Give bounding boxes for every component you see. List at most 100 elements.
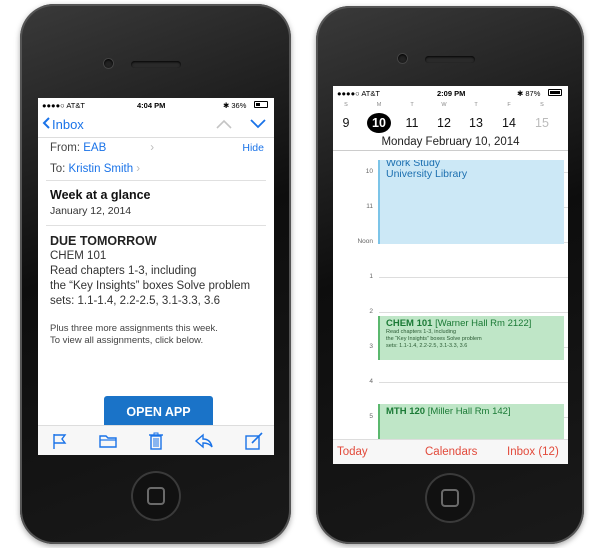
from-row: From: EAB › Hide [38,138,274,159]
chevron-right-icon: › [136,163,141,175]
weekday-letters: S M T W T F S [333,100,568,112]
hour-label: 2 [369,308,373,315]
folder-icon[interactable] [98,432,118,450]
earpiece-speaker [130,61,181,68]
email-date: January 12, 2014 [50,205,132,217]
clock: 4:04 PM [137,101,166,110]
battery-icon [548,89,562,96]
open-app-button[interactable]: OPEN APP [104,396,213,426]
body-course: CHEM 101 [50,250,107,262]
event-course: MTH 120 [386,406,426,417]
calendars-button[interactable]: Calendars [425,446,477,458]
event-title: MTH 120 [Miller Hall Rm 142] [386,406,558,417]
hour-label: 1 [369,273,373,280]
day-10-selected[interactable]: 10 [367,113,391,133]
hour-label: 4 [369,378,373,385]
phone-mail: ●●●●○ AT&T 4:04 PM ✱ 36% Inbox From: EAB… [20,4,291,544]
weekday-letter: S [540,102,544,108]
chevron-left-icon [42,117,50,132]
carrier-label: ●●●●○ AT&T [337,89,380,98]
weekday-letter: S [344,102,348,108]
front-camera [398,54,407,63]
event-location: University Library [386,168,468,180]
to-row: To: Kristin Smith › [38,159,274,180]
today-button[interactable]: Today [337,446,368,458]
chevron-right-icon: › [150,142,155,154]
to-label: To: [50,163,66,175]
flag-icon[interactable] [50,432,70,450]
day-timeline: 10 11 Noon 1 2 3 4 5 Work Study Universi… [333,160,568,439]
note-line: To view all assignments, click below. [50,335,204,346]
mail-toolbar [38,425,274,455]
next-message-icon[interactable] [250,116,266,133]
email-subject: Week at a glance [50,188,151,202]
calendar-bottom-bar: Today Calendars Inbox (12) [333,439,568,464]
weekday-letter: T [410,102,414,108]
status-bar: ●●●●○ AT&T 2:09 PM ✱ 87% [333,86,568,100]
day-15[interactable]: 15 [530,116,554,130]
back-to-inbox-button[interactable]: Inbox [42,117,84,132]
body-line: sets: 1.1-1.4, 2.2-2.5, 3.1-3.3, 3.6 [50,295,221,307]
weekday-letter: F [507,102,511,108]
hour-label: 10 [365,168,373,175]
home-button[interactable] [425,473,475,523]
to-recipient[interactable]: Kristin Smith [69,163,134,175]
day-14[interactable]: 14 [497,116,521,130]
hour-line [379,312,568,313]
message-nav-arrows [202,116,266,133]
compose-icon[interactable] [244,432,264,450]
body-line: the “Key Insights” boxes Solve problem [50,280,251,292]
day-13[interactable]: 13 [464,116,488,130]
event-note: sets: 1.1-1.4, 2.2-2.5, 3.1-3.3, 3.6 [386,343,468,349]
from-label: From: [50,142,81,154]
weekday-letter: T [474,102,478,108]
hour-label: 11 [366,203,373,210]
carrier-label: ●●●●○ AT&T [42,101,85,110]
home-button[interactable] [130,471,181,521]
battery-percent: ✱ 87% [517,89,541,98]
earpiece-speaker [425,56,475,63]
inbox-button[interactable]: Inbox (12) [507,446,559,458]
week-day-numbers: 9 10 11 12 13 14 15 [333,112,568,134]
back-label: Inbox [52,117,84,132]
hour-label: 3 [369,343,373,350]
day-11[interactable]: 11 [400,116,424,130]
event-title: CHEM 101 [Warner Hall Rm 2122] [386,318,558,329]
battery-icon [254,101,268,108]
hour-line [379,382,568,383]
event-work-study[interactable]: Work Study University Library [378,160,564,244]
body-heading: DUE TOMORROW [50,234,157,248]
hour-label: 5 [369,413,373,420]
event-note: the “Key Insights” boxes Solve problem [386,336,482,342]
home-square-icon [441,489,459,507]
mail-nav-bar: Inbox [38,112,274,138]
hour-label: Noon [357,238,373,245]
event-room: [Miller Hall Rm 142] [425,406,511,417]
day-9[interactable]: 9 [334,116,358,130]
calendar-screen: ●●●●○ AT&T 2:09 PM ✱ 87% S M T W T F S 9… [333,86,568,464]
assignment-note: Plus three more assignments this week. T… [38,309,274,347]
weekday-letter: M [376,102,382,108]
mail-screen: ●●●●○ AT&T 4:04 PM ✱ 36% Inbox From: EAB… [38,98,274,455]
day-12[interactable]: 12 [432,116,456,130]
note-line: Plus three more assignments this week. [50,323,218,334]
status-bar: ●●●●○ AT&T 4:04 PM ✱ 36% [38,98,274,112]
event-course: CHEM 101 [386,318,433,329]
hour-line [379,277,568,278]
home-square-icon [146,487,165,505]
trash-icon[interactable] [146,432,166,450]
phone-calendar: ●●●●○ AT&T 2:09 PM ✱ 87% S M T W T F S 9… [316,6,584,544]
event-chem-101[interactable]: CHEM 101 [Warner Hall Rm 2122] Read chap… [378,316,564,360]
body-line: Read chapters 1-3, including [50,265,197,277]
from-sender[interactable]: EAB [83,142,106,154]
clock: 2:09 PM [437,89,466,98]
previous-message-icon[interactable] [216,116,236,133]
day-title: Monday February 10, 2014 [333,134,568,151]
weekday-letter: W [441,102,447,108]
front-camera [104,59,113,68]
event-mth-120[interactable]: MTH 120 [Miller Hall Rm 142] [378,404,564,439]
event-room: [Warner Hall Rm 2122] [432,318,532,329]
reply-icon[interactable] [194,432,214,450]
hide-details-button[interactable]: Hide [242,142,264,154]
event-note: Read chapters 1-3, including [386,329,457,335]
